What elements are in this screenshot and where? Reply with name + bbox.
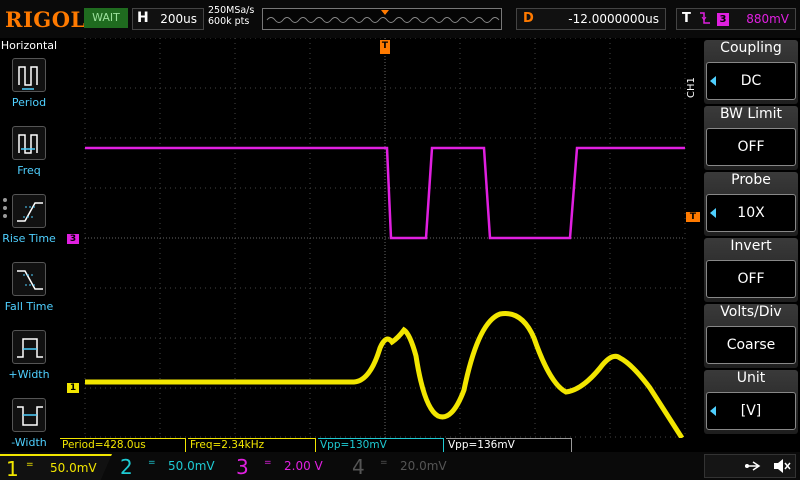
coupling-softkey[interactable]: Coupling DC [704, 40, 798, 104]
select-arrow-icon [710, 76, 716, 86]
channel-tab: CH1 [686, 77, 697, 99]
coupling-symbol: = [26, 460, 34, 470]
trigger-box[interactable]: T 3 880mV [676, 8, 796, 30]
measure-fall-time[interactable]: Fall Time [0, 260, 58, 326]
measure-freq[interactable]: Freq [0, 124, 58, 190]
measure-label: Rise Time [2, 232, 56, 245]
coupling-symbol: = [264, 458, 272, 468]
softkey-title: Coupling [720, 40, 782, 56]
delay-value: -12.0000000us [568, 12, 659, 26]
measurement-bar: Period=428.0us Freq=2.34kHz Vpp=130mV Vp… [60, 438, 686, 452]
timebase-box[interactable]: H 200us [132, 8, 204, 30]
timebase-key: H [137, 10, 149, 26]
measure-rise-time[interactable]: Rise Time [0, 192, 58, 258]
menu-title: Horizontal [0, 39, 58, 52]
brand-logo: RIGOL [5, 7, 86, 32]
measurement-vpp: Vpp=136mV [446, 438, 572, 452]
measure-label: Fall Time [4, 300, 54, 313]
channel-number: 2 [120, 455, 133, 479]
softkey-value: OFF [706, 128, 796, 166]
channel-number: 1 [6, 457, 19, 480]
channel-scale: 50.0mV [168, 459, 215, 473]
softkey-value: Coarse [706, 326, 796, 364]
channel-1-box[interactable]: 1 = 50.0mV [0, 454, 112, 480]
unit-softkey[interactable]: Unit [V] [704, 370, 798, 434]
top-status-bar: RIGOL WAIT H 200us 250MSa/s 600k pts D -… [0, 0, 800, 38]
waveform-grid [84, 37, 686, 440]
channel-menu: CH1 Coupling DC BW Limit OFF Probe 10X I… [686, 38, 800, 438]
softkey-title: Unit [736, 370, 766, 386]
overview-trigger-marker [381, 10, 389, 15]
measurement-period: Period=428.0us [60, 438, 186, 452]
volts-div-softkey[interactable]: Volts/Div Coarse [704, 304, 798, 368]
trigger-position-marker[interactable]: T [380, 40, 390, 54]
delay-box[interactable]: D -12.0000000us [516, 8, 666, 30]
measure-label: -Width [11, 436, 47, 449]
channel-number: 4 [352, 455, 365, 479]
measure-period[interactable]: Period [0, 56, 58, 122]
softkey-value: DC [706, 62, 796, 100]
acquisition-status: WAIT [84, 8, 128, 28]
system-status-area [704, 454, 796, 478]
ch1-waveform [85, 311, 685, 440]
channel-scale: 50.0mV [50, 461, 97, 475]
probe-softkey[interactable]: Probe 10X [704, 172, 798, 236]
waveform-display[interactable] [60, 37, 686, 440]
trigger-level: 880mV [746, 12, 789, 26]
channel-2-box[interactable]: 2 = 50.0mV [114, 454, 226, 480]
horizontal-measure-menu: Horizontal Period Freq Rise Time Fall Ti… [0, 38, 58, 450]
softkey-value: 10X [706, 194, 796, 232]
softkey-value: OFF [706, 260, 796, 298]
channel-3-box[interactable]: 3 = 2.00 V [230, 454, 342, 480]
measurement-freq: Freq=2.34kHz [188, 438, 316, 452]
select-arrow-icon [710, 208, 716, 218]
sample-rate: 250MSa/s [208, 5, 255, 16]
pos-width-icon [12, 330, 46, 364]
measure-label: Period [11, 96, 47, 109]
coupling-symbol: = [380, 458, 388, 468]
channel-scale: 20.0mV [400, 459, 447, 473]
measurement-vpp-ch2: Vpp=130mV [318, 438, 444, 452]
waveform-overview [262, 8, 502, 30]
measure-label: +Width [8, 368, 50, 381]
softkey-title: BW Limit [719, 106, 783, 122]
ch3-offset-marker[interactable]: 3 [67, 234, 79, 244]
overview-graphic [266, 10, 500, 23]
bw-limit-softkey[interactable]: BW Limit OFF [704, 106, 798, 170]
neg-width-icon [12, 398, 46, 432]
channel-status-bar: 1 = 50.0mV 2 = 50.0mV 3 = 2.00 V 4 = 20.… [0, 452, 800, 480]
ch1-offset-marker[interactable]: 1 [67, 383, 79, 393]
channel-scale: 2.00 V [284, 459, 323, 473]
invert-softkey[interactable]: Invert OFF [704, 238, 798, 302]
coupling-symbol: = [148, 458, 156, 468]
channel-4-box[interactable]: 4 = 20.0mV [346, 454, 458, 480]
freq-icon [12, 126, 46, 160]
softkey-title: Probe [731, 172, 771, 188]
trigger-source: 3 [717, 13, 729, 26]
timebase-value: 200us [160, 12, 197, 26]
softkey-title: Invert [730, 238, 772, 254]
trigger-key: T [682, 11, 691, 26]
delay-key: D [523, 11, 534, 26]
channel-number: 3 [236, 455, 249, 479]
sound-muted-icon [774, 459, 791, 473]
period-icon [12, 58, 46, 92]
memory-depth: 600k pts [208, 16, 250, 27]
measure-label: Freq [17, 164, 41, 177]
softkey-value: [V] [706, 392, 796, 430]
sample-info: 250MSa/s 600k pts [208, 5, 254, 27]
select-arrow-icon [710, 406, 716, 416]
softkey-title: Volts/Div [720, 304, 782, 320]
falling-edge-icon [699, 11, 711, 28]
measure-pos-width[interactable]: +Width [0, 328, 58, 394]
fall-time-icon [12, 262, 46, 296]
rise-time-icon [12, 194, 46, 228]
